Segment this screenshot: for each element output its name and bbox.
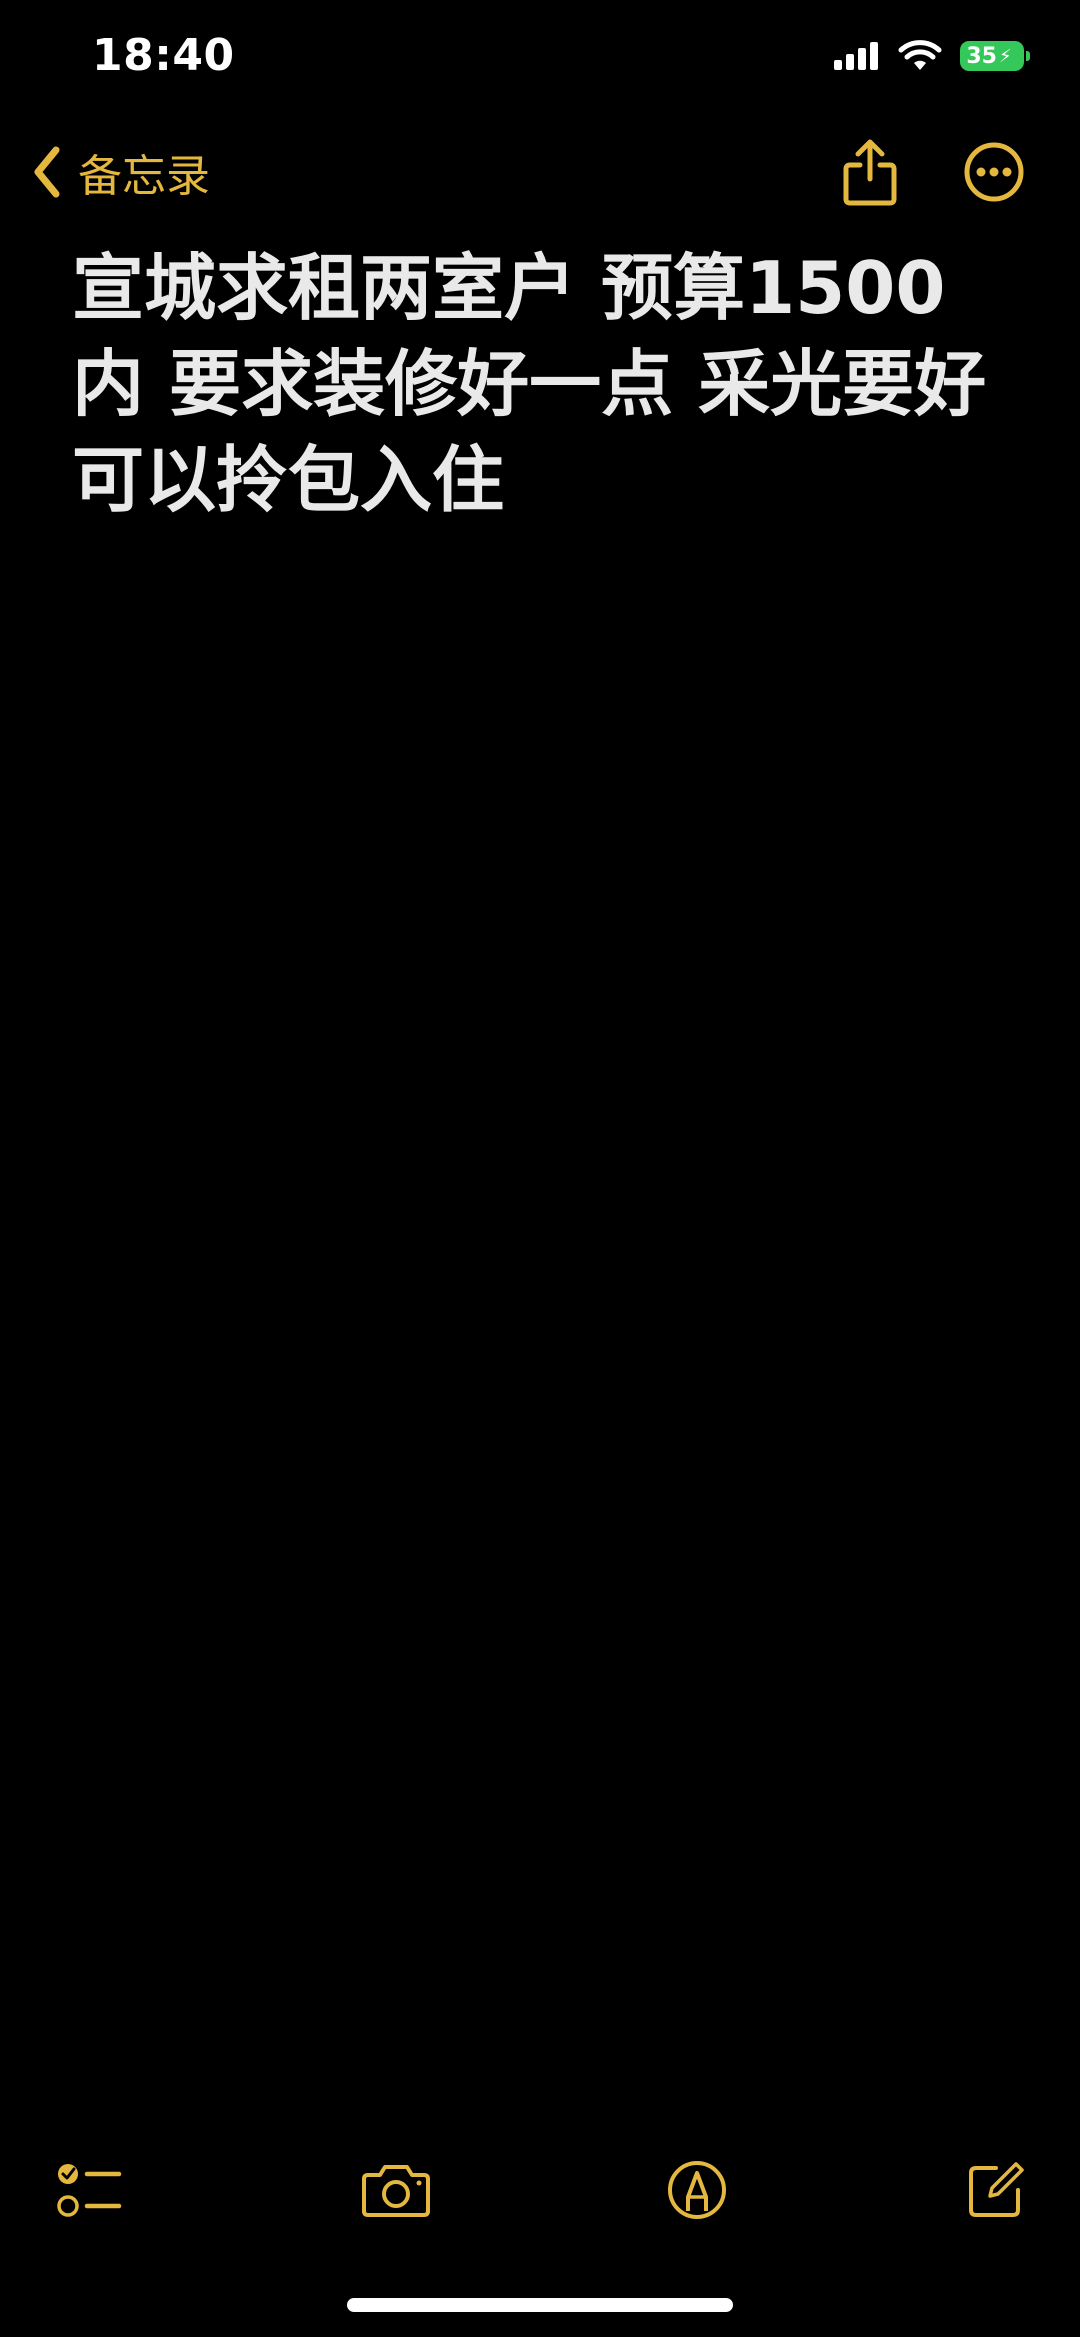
battery-tip xyxy=(1026,51,1030,61)
back-label: 备忘录 xyxy=(78,151,210,202)
status-indicators: 35 ⚡ xyxy=(832,40,1030,72)
markup-icon xyxy=(668,2161,726,2219)
back-button[interactable]: 备忘录 xyxy=(30,140,210,204)
battery-level: 35 xyxy=(966,43,997,69)
more-icon xyxy=(964,142,1024,202)
camera-icon xyxy=(362,2165,430,2217)
home-indicator xyxy=(347,2298,733,2312)
bottom-toolbar xyxy=(0,2150,1080,2230)
battery-icon: 35 ⚡ xyxy=(960,41,1030,71)
wifi-icon xyxy=(898,40,942,70)
share-icon xyxy=(843,139,897,206)
share-button[interactable] xyxy=(834,136,906,208)
status-bar: 18:40 35 ⚡ xyxy=(0,0,1080,120)
compose-icon xyxy=(969,2162,1024,2217)
camera-button[interactable] xyxy=(356,2150,436,2230)
markup-button[interactable] xyxy=(657,2150,737,2230)
status-time: 18:40 xyxy=(92,30,235,81)
more-button[interactable] xyxy=(958,136,1030,208)
note-content[interactable]: 宣城求租两室户 预算1500内 要求装修好一点 采光要好可以拎包入住 xyxy=(72,240,1012,528)
charging-bolt-icon: ⚡ xyxy=(998,45,1012,67)
checklist-button[interactable] xyxy=(50,2150,130,2230)
nav-bar: 备忘录 xyxy=(0,120,1080,224)
signal-icon xyxy=(834,42,878,70)
compose-button[interactable] xyxy=(956,2150,1036,2230)
checklist-icon xyxy=(57,2164,122,2217)
chevron-left-icon xyxy=(34,146,60,198)
